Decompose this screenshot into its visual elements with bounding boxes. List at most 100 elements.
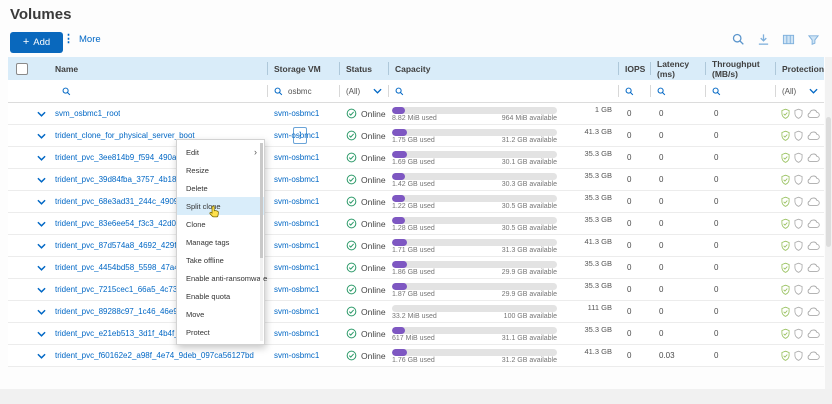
protection-icons [775,323,824,344]
page-title: Volumes [10,6,71,23]
online-check-icon [346,328,357,339]
column-header-iops[interactable]: IOPS [618,57,650,80]
storage-vm-link[interactable]: svm-osbmc1 [274,241,319,250]
column-header-throughput[interactable]: Throughput (MB/s) [705,57,775,80]
column-header-latency[interactable]: Latency (ms) [650,57,705,80]
cloud-icon [806,108,821,119]
column-header-name[interactable]: Name [55,57,267,80]
online-check-icon [346,152,357,163]
latency-value: 0 [650,125,705,146]
table-row: trident_pvc_83e6ee54_f3c3_42d0_a392 ⋮ sv… [8,213,824,235]
page-scrollbar[interactable] [825,57,832,390]
storage-vm-link[interactable]: svm-osbmc1 [274,351,319,360]
chevron-down-icon[interactable] [37,287,46,293]
protection-icons [775,301,824,322]
menu-scrollbar[interactable] [260,143,263,341]
chevron-down-icon[interactable] [37,309,46,315]
storage-vm-link[interactable]: svm-osbmc1 [274,153,319,162]
cloud-icon [806,240,821,251]
volume-name-link[interactable]: trident_pvc_f60162e2_a98f_4e74_9deb_097c… [55,351,254,360]
download-icon[interactable] [757,33,770,46]
capacity-bar [392,217,557,224]
status-text: Online [361,175,386,185]
filter-icon[interactable] [807,33,820,46]
online-check-icon [346,174,357,185]
status-text: Online [361,219,386,229]
table-row: trident_clone_for_physical_server_boot ⋮… [8,125,824,147]
search-icon [625,87,634,96]
chevron-down-icon[interactable] [37,111,46,117]
chevron-down-icon [373,88,382,94]
name-filter[interactable] [55,80,267,102]
throughput-value: 0 [705,169,775,190]
capacity-available: 31.2 GB available [392,357,557,364]
column-header-protection[interactable]: Protection [775,57,824,80]
table-row: trident_pvc_89288c97_1c46_46e9_9667 ⋮ sv… [8,301,824,323]
select-all-checkbox[interactable] [16,63,28,75]
capacity-available: 30.5 GB available [392,225,557,232]
menu-item[interactable]: Take offline› [177,251,264,269]
storage-vm-filter[interactable]: osbmc [267,80,339,102]
capacity-bar-fill [392,173,405,180]
column-header-status[interactable]: Status [339,57,388,80]
capacity-bar-fill [392,195,405,202]
shield-icon [793,284,804,296]
shield-check-icon [780,130,791,142]
capacity-bar-fill [392,349,407,356]
chevron-down-icon[interactable] [37,353,46,359]
capacity-bar [392,239,557,246]
column-header-capacity[interactable]: Capacity [388,57,618,80]
menu-item[interactable]: Enable anti-ransomware› [177,269,264,287]
storage-vm-link[interactable]: svm-osbmc1 [274,175,319,184]
menu-item[interactable]: Enable quota› [177,287,264,305]
more-button[interactable]: ⋮ More [63,34,101,45]
latency-filter[interactable] [650,80,705,102]
storage-vm-link[interactable]: svm-osbmc1 [274,285,319,294]
online-check-icon [346,218,357,229]
status-filter[interactable]: (All) [339,80,388,102]
capacity-total: 41.3 GB [560,237,612,246]
chevron-down-icon[interactable] [37,155,46,161]
menu-item[interactable]: Resize› [177,161,264,179]
capacity-bar [392,283,557,290]
shield-check-icon [780,240,791,252]
menu-item[interactable]: Edit› [177,143,264,161]
add-button[interactable]: + Add [10,32,63,53]
menu-item[interactable]: Move› [177,305,264,323]
capacity-filter[interactable] [388,80,618,102]
shield-icon [793,108,804,120]
iops-filter[interactable] [618,80,650,102]
storage-vm-link[interactable]: svm-osbmc1 [274,307,319,316]
throughput-filter[interactable] [705,80,775,102]
storage-vm-link[interactable]: svm-osbmc1 [274,219,319,228]
throughput-value: 0 [705,213,775,234]
chevron-down-icon[interactable] [37,133,46,139]
columns-icon[interactable] [782,33,795,46]
storage-vm-link[interactable]: svm-osbmc1 [274,263,319,272]
chevron-down-icon [809,88,818,94]
menu-item[interactable]: Manage tags› [177,233,264,251]
chevron-down-icon[interactable] [37,177,46,183]
chevron-down-icon[interactable] [37,265,46,271]
menu-item[interactable]: Delete› [177,179,264,197]
protection-filter[interactable]: (All) [775,80,824,102]
column-header-storage-vm[interactable]: Storage VM [267,57,339,80]
online-check-icon [346,240,357,251]
storage-vm-link[interactable]: svm-osbmc1 [274,109,319,118]
menu-item[interactable]: Protect› [177,323,264,341]
search-icon[interactable] [732,33,745,46]
latency-value: 0.03 [650,345,705,366]
chevron-down-icon[interactable] [37,221,46,227]
storage-vm-link[interactable]: svm-osbmc1 [274,131,319,140]
shield-check-icon [780,350,791,362]
chevron-down-icon[interactable] [37,243,46,249]
storage-vm-link[interactable]: svm-osbmc1 [274,329,319,338]
shield-check-icon [780,218,791,230]
chevron-down-icon[interactable] [37,199,46,205]
volume-name-link[interactable]: svm_osbmc1_root [55,109,120,118]
storage-vm-filter-value[interactable]: osbmc [288,87,312,96]
chevron-down-icon[interactable] [37,331,46,337]
volume-name-link[interactable]: trident_clone_for_physical_server_boot [55,131,195,140]
storage-vm-link[interactable]: svm-osbmc1 [274,197,319,206]
capacity-available: 30.5 GB available [392,203,557,210]
